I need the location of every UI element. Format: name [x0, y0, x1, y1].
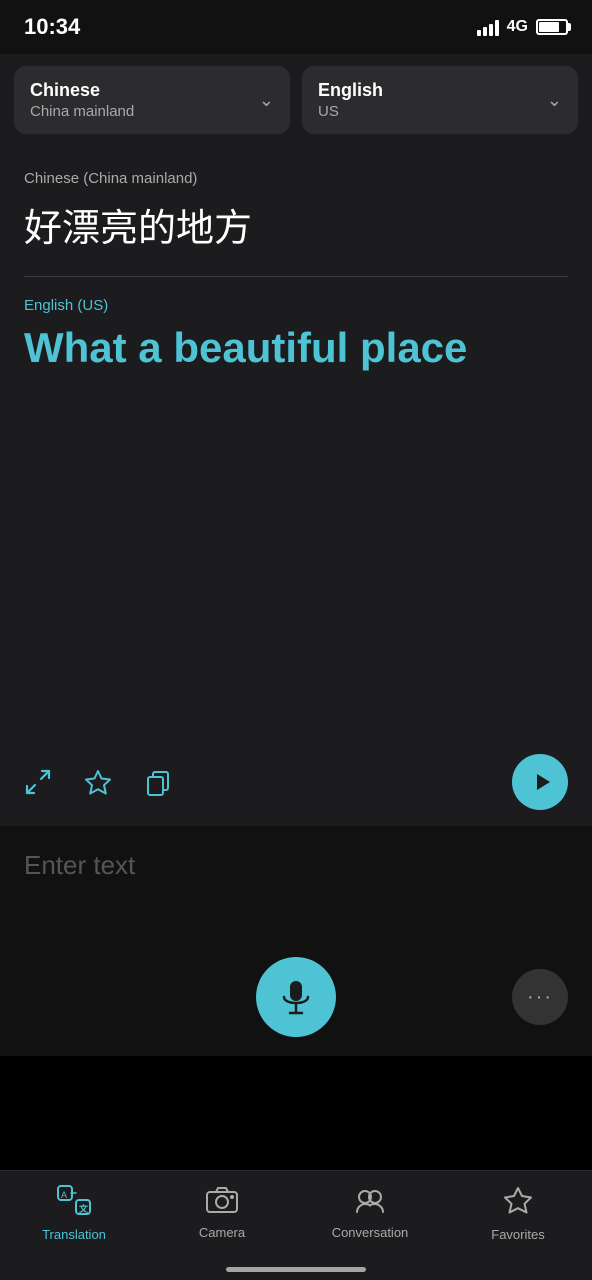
translation-divider: [24, 276, 568, 277]
camera-tab-icon: [205, 1185, 239, 1220]
target-lang-region: US: [318, 103, 383, 120]
target-lang-label: English (US): [24, 297, 568, 314]
tab-translation[interactable]: A 文 Translation: [0, 1185, 148, 1242]
more-options-button[interactable]: ···: [512, 969, 568, 1025]
tab-favorites[interactable]: Favorites: [444, 1185, 592, 1242]
translation-tab-label: Translation: [42, 1227, 106, 1242]
svg-text:文: 文: [78, 1203, 89, 1214]
tab-camera[interactable]: Camera: [148, 1185, 296, 1240]
translation-area: Chinese (China mainland) 好漂亮的地方 English …: [0, 146, 592, 826]
status-bar: 10:34 4G: [0, 0, 592, 54]
favorites-tab-icon: [501, 1185, 535, 1222]
text-input-area[interactable]: Enter text: [0, 826, 592, 946]
signal-icon: [477, 18, 499, 36]
source-lang-name: Chinese: [30, 80, 134, 101]
source-text: 好漂亮的地方: [24, 197, 568, 252]
status-time: 10:34: [24, 14, 80, 40]
language-bar: Chinese China mainland ⌄ English US ⌄: [0, 54, 592, 146]
home-indicator: [226, 1267, 366, 1272]
source-language-selector[interactable]: Chinese China mainland ⌄: [14, 66, 290, 134]
svg-text:A: A: [61, 1190, 67, 1200]
enter-text-placeholder[interactable]: Enter text: [24, 850, 135, 880]
network-label: 4G: [507, 18, 528, 36]
conversation-tab-icon: [353, 1185, 387, 1220]
target-text: What a beautiful place: [24, 324, 568, 372]
conversation-tab-label: Conversation: [332, 1225, 409, 1240]
favorites-tab-label: Favorites: [491, 1227, 544, 1242]
source-lang-label: Chinese (China mainland): [24, 170, 568, 187]
translation-tab-icon: A 文: [57, 1185, 91, 1222]
mic-button[interactable]: [256, 957, 336, 1037]
target-language-selector[interactable]: English US ⌄: [302, 66, 578, 134]
play-button[interactable]: [512, 754, 568, 810]
mic-area: ···: [0, 946, 592, 1056]
translation-action-bar: [24, 754, 568, 810]
status-icons: 4G: [477, 18, 568, 36]
target-chevron-down-icon: ⌄: [547, 90, 562, 111]
copy-icon[interactable]: [144, 768, 172, 796]
favorite-icon[interactable]: [84, 768, 112, 796]
source-lang-region: China mainland: [30, 103, 134, 120]
expand-icon[interactable]: [24, 768, 52, 796]
battery-icon: [536, 19, 568, 35]
camera-tab-label: Camera: [199, 1225, 245, 1240]
tab-conversation[interactable]: Conversation: [296, 1185, 444, 1240]
target-lang-name: English: [318, 80, 383, 101]
tab-bar: A 文 Translation Camera: [0, 1170, 592, 1280]
source-chevron-down-icon: ⌄: [259, 90, 274, 111]
